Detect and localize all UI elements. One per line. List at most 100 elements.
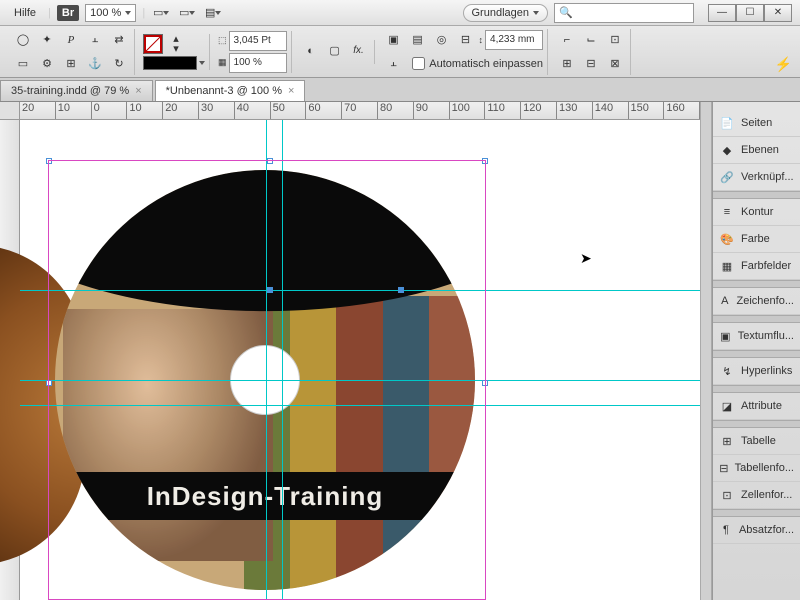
corner-2-icon[interactable]: ⌙ (580, 29, 602, 51)
zoom-select[interactable]: 100 % (85, 4, 136, 22)
stroke-down-icon[interactable]: ▾ (165, 44, 187, 54)
panel-item-hyperlinks[interactable]: ↯Hyperlinks (713, 358, 800, 385)
panel-icon: 📄 (719, 115, 735, 131)
minimize-button[interactable]: — (708, 4, 736, 22)
panel-label: Verknüpf... (741, 171, 794, 183)
quick-apply-icon[interactable]: ⚡ (775, 56, 792, 73)
tool-ellipse-icon[interactable]: ◯ (12, 29, 34, 51)
screen-mode-icon[interactable]: ▭ (151, 3, 171, 23)
ruler-tick: 60 (306, 102, 342, 119)
panel-label: Attribute (741, 400, 782, 412)
ruler-tick: 90 (414, 102, 450, 119)
panel-item-textumflu[interactable]: ▣Textumflu... (713, 323, 800, 350)
panel-icon: ◪ (719, 398, 735, 414)
ruler-tick: 120 (521, 102, 557, 119)
tool-flip-icon[interactable]: ⇄ (108, 29, 130, 51)
stroke-swatch[interactable] (143, 34, 163, 54)
opacity-input[interactable]: 100 % (229, 53, 287, 73)
close-icon[interactable]: × (135, 85, 141, 97)
tool-grid-icon[interactable]: ⊞ (60, 53, 82, 75)
ruler-tick: 110 (485, 102, 521, 119)
tool-gear-icon[interactable]: ⚙ (36, 53, 58, 75)
panel-item-zeichenfo[interactable]: A Zeichenfo... (713, 288, 800, 315)
arrange-icon[interactable]: ▭ (177, 3, 197, 23)
text-wrap-3-icon[interactable]: ◎ (431, 29, 453, 51)
drop-shadow-icon[interactable]: ▢ (324, 40, 346, 62)
panel-label: Farbfelder (741, 260, 791, 272)
panel-label: Absatzfor... (739, 524, 794, 536)
tab-doc-1[interactable]: 35-training.indd @ 79 %× (0, 80, 153, 101)
fx-icon[interactable]: fx. (348, 40, 370, 62)
gap-input[interactable]: 4,233 mm (485, 30, 543, 50)
control-toolbar: ◯ ✦ P ⫠ ⇄ ▭ ⚙ ⊞ ⚓ ↻ ▴ ▾ ⬚ 3,045 (0, 26, 800, 78)
ruler-tick: 20 (163, 102, 199, 119)
panel-icon: A (719, 293, 731, 309)
ruler-tick: 10 (56, 102, 92, 119)
corner-5-icon[interactable]: ⊟ (580, 53, 602, 75)
panel-icon: 🎨 (719, 231, 735, 247)
tool-distribute-icon[interactable]: ⫠ (84, 29, 106, 51)
panel-item-farbfelder[interactable]: ▦ Farbfelder (713, 253, 800, 280)
close-icon[interactable]: × (288, 85, 294, 97)
menubar: Hilfe | Br 100 % | ▭ ▭ ▤ Grundlagen 🔍 — … (0, 0, 800, 26)
tool-star-icon[interactable]: ✦ (36, 29, 58, 51)
ruler-tick: 30 (199, 102, 235, 119)
view-options-icon[interactable]: ▤ (203, 3, 223, 23)
cursor-icon: ➤ (580, 250, 592, 267)
panel-item-attribute[interactable]: ◪ Attribute (713, 393, 800, 420)
auto-fit-check[interactable]: Automatisch einpassen (412, 57, 543, 70)
panel-icon: ⊡ (719, 487, 735, 503)
maximize-button[interactable]: ☐ (736, 4, 764, 22)
panel-label: Textumflu... (738, 330, 794, 342)
panel-icon: ⊟ (719, 460, 729, 476)
search-input[interactable]: 🔍 (554, 3, 694, 23)
bridge-button[interactable]: Br (57, 5, 79, 21)
disc-artwork[interactable]: InDesign-Training (55, 170, 475, 590)
corner-3-icon[interactable]: ⊡ (604, 29, 626, 51)
panel-icon: ≡ (719, 204, 735, 220)
ruler-tick: 50 (271, 102, 307, 119)
disc-center-hole (230, 345, 300, 415)
ruler-tick: 20 (20, 102, 56, 119)
panel-item-kontur[interactable]: ≡Kontur (713, 199, 800, 226)
tool-rect-icon[interactable]: ▭ (12, 53, 34, 75)
ruler-tick: 140 (593, 102, 629, 119)
canvas[interactable]: 2010010203040506070809010011012013014015… (0, 102, 700, 600)
tool-rotate-icon[interactable]: ↻ (108, 53, 130, 75)
tool-anchor-icon[interactable]: ⚓ (84, 53, 106, 75)
workspace-select[interactable]: Grundlagen (463, 4, 549, 22)
text-wrap-2-icon[interactable]: ▤ (407, 29, 429, 51)
effects-icon[interactable]: ◐ (300, 40, 322, 62)
panel-icon: ▦ (719, 258, 735, 274)
panel-item-tabelle[interactable]: ⊞Tabelle (713, 428, 800, 455)
corner-4-icon[interactable]: ⊞ (556, 53, 578, 75)
panel-item-tabellenfo[interactable]: ⊟Tabellenfo... (713, 455, 800, 482)
panel-icon: ¶ (719, 522, 733, 538)
panel-label: Zeichenfo... (737, 295, 794, 307)
ruler-tick: 80 (378, 102, 414, 119)
panel-item-verknpf[interactable]: 🔗Verknüpf... (713, 164, 800, 191)
corner-6-icon[interactable]: ⊠ (604, 53, 626, 75)
text-wrap-4-icon[interactable]: ⊟ (455, 29, 477, 51)
panel-item-seiten[interactable]: 📄Seiten (713, 110, 800, 137)
close-button[interactable]: ✕ (764, 4, 792, 22)
text-wrap-1-icon[interactable]: ▣ (383, 29, 405, 51)
panel-item-farbe[interactable]: 🎨Farbe (713, 226, 800, 253)
panel-item-absatzfor[interactable]: ¶ Absatzfor... (713, 517, 800, 544)
ruler-horizontal[interactable]: 2010010203040506070809010011012013014015… (20, 102, 700, 120)
disc-portrait (63, 309, 273, 561)
panel-label: Tabelle (741, 435, 776, 447)
tab-doc-2[interactable]: *Unbenannt-3 @ 100 %× (155, 80, 306, 101)
panel-item-ebenen[interactable]: ◆Ebenen (713, 137, 800, 164)
corner-1-icon[interactable]: ⌐ (556, 29, 578, 51)
panel-collapse-strip[interactable] (700, 102, 712, 600)
wrap-jump-icon[interactable]: ⫠ (383, 53, 405, 75)
panel-label: Zellenfor... (741, 489, 792, 501)
stroke-weight-input[interactable]: 3,045 Pt (229, 31, 287, 51)
panel-item-zellenfor[interactable]: ⊡ Zellenfor... (713, 482, 800, 509)
ruler-origin[interactable] (0, 102, 20, 120)
ruler-tick: 150 (629, 102, 665, 119)
menu-help[interactable]: Hilfe (8, 5, 42, 21)
fill-swatch[interactable] (143, 56, 197, 70)
tool-letter-icon[interactable]: P (60, 29, 82, 51)
